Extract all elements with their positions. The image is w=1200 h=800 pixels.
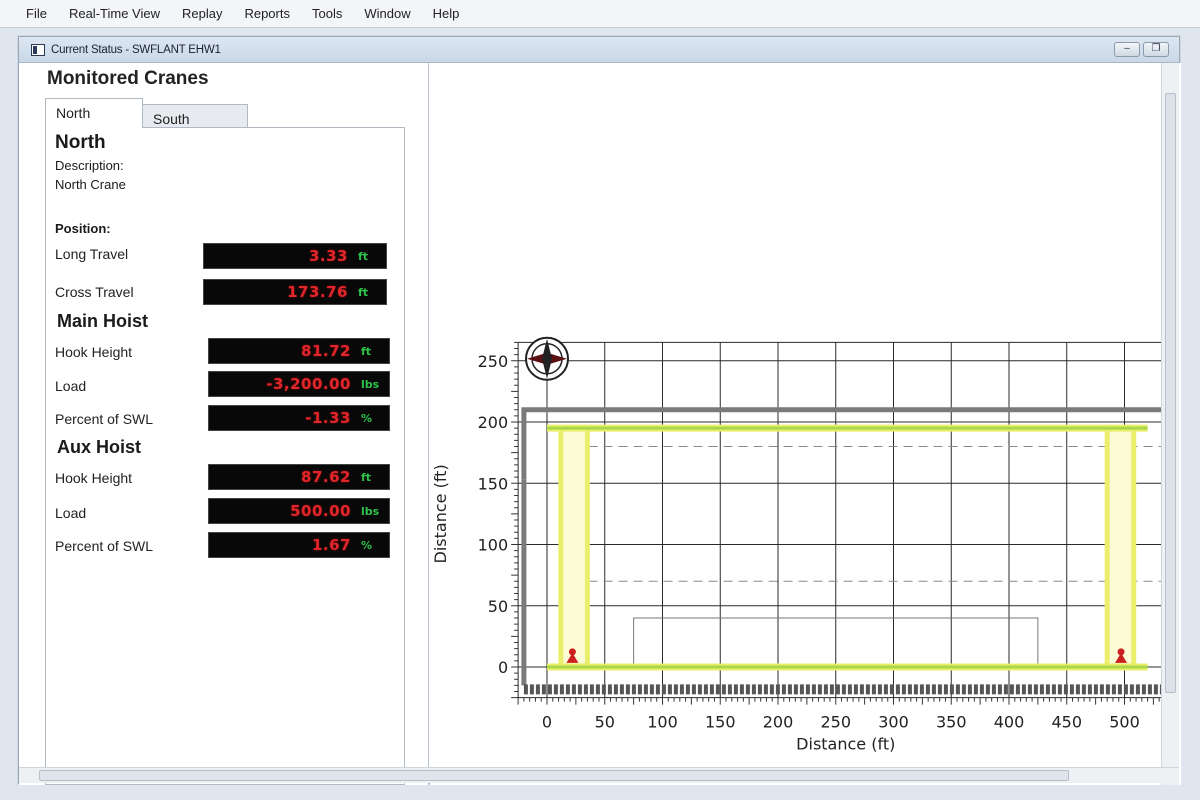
x-tick-label: 250 bbox=[820, 713, 851, 732]
x-tick-label: 150 bbox=[705, 713, 736, 732]
y-tick-label: 100 bbox=[478, 536, 509, 555]
aux-hook-height-readout: 87.62 ft bbox=[208, 464, 390, 490]
y-axis-label: Distance (ft) bbox=[431, 464, 450, 563]
crane-details: North Description: North Crane Position:… bbox=[45, 127, 405, 785]
description-label: Description: bbox=[55, 158, 124, 173]
window-icon bbox=[31, 43, 45, 56]
window-title: Current Status - SWFLANT EHW1 bbox=[51, 43, 221, 56]
main-hook-height-unit: ft bbox=[361, 344, 372, 358]
x-tick-label: 50 bbox=[595, 713, 615, 732]
window-titlebar[interactable]: Current Status - SWFLANT EHW1 – ❐ bbox=[19, 37, 1179, 63]
aux-percent-swl-readout: 1.67 % bbox=[208, 532, 390, 558]
main-load-label: Load bbox=[55, 378, 87, 394]
cross-travel-value: 173.76 bbox=[287, 283, 348, 301]
menu-window[interactable]: Window bbox=[364, 6, 410, 21]
x-tick-label: 100 bbox=[647, 713, 678, 732]
main-hoist-title: Main Hoist bbox=[57, 311, 149, 331]
long-travel-readout: 3.33 ft bbox=[203, 243, 387, 269]
aux-hook-height-value: 87.62 bbox=[301, 468, 351, 486]
aux-hoist-title: Aux Hoist bbox=[57, 437, 142, 457]
current-status-window: Current Status - SWFLANT EHW1 – ❐ Monito… bbox=[18, 36, 1181, 785]
x-tick-label: 300 bbox=[878, 713, 909, 732]
main-load-readout: -3,200.00 lbs bbox=[208, 371, 390, 397]
menu-replay[interactable]: Replay bbox=[182, 6, 222, 21]
vertical-scroll-thumb[interactable] bbox=[1165, 93, 1176, 693]
minimize-button[interactable]: – bbox=[1114, 42, 1140, 57]
cross-travel-readout: 173.76 ft bbox=[203, 279, 387, 305]
x-tick-label: 200 bbox=[763, 713, 794, 732]
aux-load-unit: lbs bbox=[361, 504, 380, 518]
aux-hook-height-unit: ft bbox=[361, 470, 372, 484]
y-tick-label: 0 bbox=[498, 658, 508, 677]
menu-reports[interactable]: Reports bbox=[244, 6, 290, 21]
aux-percent-swl-value: 1.67 bbox=[311, 536, 351, 554]
monitored-cranes-panel: Monitored Cranes North South North Descr… bbox=[19, 63, 429, 785]
restore-button[interactable]: ❐ bbox=[1143, 42, 1169, 57]
cross-travel-label: Cross Travel bbox=[55, 284, 134, 300]
menu-tools[interactable]: Tools bbox=[312, 6, 342, 21]
aux-hook-height-label: Hook Height bbox=[55, 470, 133, 486]
app-workspace: Current Status - SWFLANT EHW1 – ❐ Monito… bbox=[0, 28, 1200, 800]
horizontal-scroll-thumb[interactable] bbox=[39, 770, 1069, 781]
y-tick-label: 250 bbox=[478, 352, 509, 371]
main-hook-height-readout: 81.72 ft bbox=[208, 338, 390, 364]
main-percent-swl-value: -1.33 bbox=[305, 409, 351, 427]
main-load-value: -3,200.00 bbox=[266, 375, 351, 393]
vertical-scrollbar[interactable] bbox=[1161, 63, 1179, 785]
position-label: Position: bbox=[55, 221, 111, 236]
x-tick-label: 450 bbox=[1051, 713, 1082, 732]
menu-file[interactable]: File bbox=[26, 6, 47, 21]
main-percent-swl-unit: % bbox=[361, 411, 373, 425]
horizontal-scrollbar[interactable] bbox=[19, 767, 1179, 783]
x-tick-label: 500 bbox=[1109, 713, 1140, 732]
long-travel-label: Long Travel bbox=[55, 246, 129, 262]
aux-percent-swl-label: Percent of SWL bbox=[55, 538, 154, 554]
aux-load-label: Load bbox=[55, 505, 87, 521]
tab-north[interactable]: North bbox=[45, 98, 143, 128]
description-value: North Crane bbox=[55, 177, 126, 192]
plot-svg: 0501001502002503003504004505005050100150… bbox=[431, 336, 1163, 754]
main-hook-height-label: Hook Height bbox=[55, 344, 133, 360]
crane-bridge-1 bbox=[558, 425, 590, 670]
main-hook-height-value: 81.72 bbox=[301, 342, 351, 360]
long-travel-value: 3.33 bbox=[308, 247, 348, 265]
menu-help[interactable]: Help bbox=[433, 6, 460, 21]
crane-name: North bbox=[55, 132, 106, 153]
y-tick-label: 50 bbox=[488, 597, 508, 616]
main-percent-swl-readout: -1.33 % bbox=[208, 405, 390, 431]
crane-bridge-2 bbox=[1104, 425, 1137, 670]
y-tick-label: 200 bbox=[478, 413, 509, 432]
cross-travel-unit: ft bbox=[358, 285, 369, 299]
main-percent-swl-label: Percent of SWL bbox=[55, 411, 154, 427]
x-tick-label: 350 bbox=[936, 713, 967, 732]
main-load-unit: lbs bbox=[361, 377, 380, 391]
window-controls: – ❐ bbox=[1114, 42, 1169, 57]
x-tick-label: 0 bbox=[542, 713, 552, 732]
aux-load-value: 500.00 bbox=[290, 502, 351, 520]
aux-percent-swl-unit: % bbox=[361, 538, 373, 552]
x-axis-label: Distance (ft) bbox=[796, 735, 895, 754]
menu-bar: File Real-Time View Replay Reports Tools Wind… bbox=[0, 0, 1200, 28]
panel-title: Monitored Cranes bbox=[47, 68, 209, 89]
aux-load-readout: 500.00 lbs bbox=[208, 498, 390, 524]
y-tick-label: 150 bbox=[478, 474, 509, 493]
crane-position-plot[interactable]: 0501001502002503003504004505005050100150… bbox=[430, 63, 1181, 785]
x-tick-label: 400 bbox=[994, 713, 1025, 732]
long-travel-unit: ft bbox=[358, 249, 369, 263]
menu-real-time-view[interactable]: Real-Time View bbox=[69, 6, 160, 21]
